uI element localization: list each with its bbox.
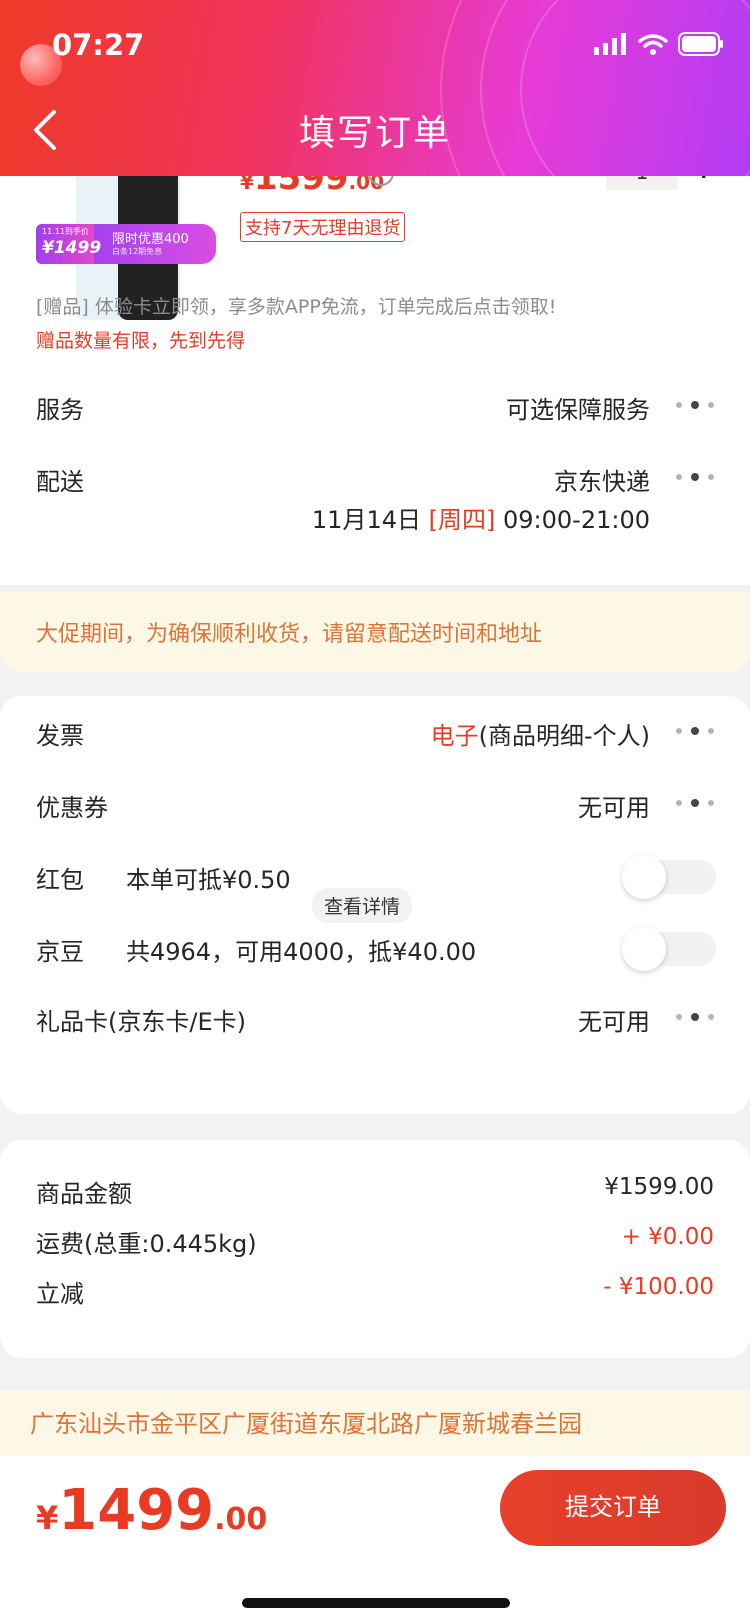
delivery-label: 配送 <box>36 468 84 496</box>
discount-label: 立减 <box>36 1280 84 1308</box>
view-details-button[interactable]: 查看详情 <box>312 888 413 923</box>
delivery-weekday: [周四] <box>428 506 496 534</box>
invoice-more-icon[interactable] <box>676 726 716 736</box>
promo-notice-text: 大促期间，为确保顺利收货，请留意配送时间和地址 <box>36 622 543 647</box>
battery-icon <box>678 32 723 56</box>
total-currency: ¥ <box>36 1499 59 1537</box>
red-packet-label: 红包 <box>36 866 84 894</box>
invoice-label: 发票 <box>36 722 84 750</box>
toggle-knob <box>622 927 666 971</box>
promo-title: 限时优惠400 <box>112 232 189 247</box>
shipping-value: + ¥0.00 <box>621 1224 714 1250</box>
red-packet-value: 本单可抵¥0.50 <box>126 866 291 894</box>
home-indicator <box>242 1598 510 1608</box>
gift-card-more-icon[interactable] <box>676 1012 716 1022</box>
service-more-icon[interactable] <box>676 400 716 410</box>
service-label: 服务 <box>36 396 84 424</box>
promo-notice: 大促期间，为确保顺利收货，请留意配送时间和地址 <box>0 592 750 672</box>
jd-beans-toggle[interactable] <box>622 927 716 971</box>
delivery-more-icon[interactable] <box>676 472 716 482</box>
address-bar[interactable]: 广东汕头市金平区广厦街道东厦北路广厦新城春兰园 <box>0 1390 750 1456</box>
address-text: 广东汕头市金平区广厦街道东厦北路广厦新城春兰园 <box>30 1410 582 1438</box>
product-card: 11.11到手价 ¥1499 限时优惠400 白条12期免息 ¥1599.00 … <box>0 120 750 585</box>
gift-card-label: 礼品卡(京东卡/E卡) <box>36 1008 246 1036</box>
gift-card-value[interactable]: 无可用 <box>578 1002 650 1037</box>
jd-beans-value: 共4964，可用4000，抵¥40.00 <box>126 938 477 966</box>
submit-order-button[interactable]: 提交订单 <box>500 1470 726 1546</box>
status-icons <box>594 32 724 56</box>
delivery-carrier[interactable]: 京东快递 <box>554 462 650 497</box>
return-policy-tag: 支持7天无理由退货 <box>240 212 406 242</box>
promo-subtitle: 白条12期免息 <box>112 247 163 256</box>
jd-beans-label: 京豆 <box>36 938 84 966</box>
status-time: 07:27 <box>52 28 145 62</box>
page-title: 填写订单 <box>298 113 451 154</box>
gift-description: [赠品] 体验卡立即领，享多款APP免流，订单完成后点击领取! <box>36 296 557 318</box>
promo-price-block: 11.11到手价 ¥1499 <box>36 224 101 264</box>
gift-limit-note[interactable]: 赠品数量有限，先到先得 <box>36 326 245 353</box>
invoice-value[interactable]: 电子(商品明细-个人) <box>431 716 650 751</box>
payment-options-card: 发票 电子(商品明细-个人) 优惠券 无可用 红包 本单可抵¥0.50 查看详情… <box>0 696 750 1114</box>
price-summary-card: 商品金额 ¥1599.00 运费(总重:0.445kg) + ¥0.00 立减 … <box>0 1140 750 1358</box>
delivery-date: 11月14日 <box>311 506 421 534</box>
total-decimal: .00 <box>214 1502 268 1537</box>
wifi-icon <box>638 34 668 55</box>
toggle-knob <box>622 855 666 899</box>
shipping-label: 运费(总重:0.445kg) <box>36 1230 257 1258</box>
checkout-bar: ¥1499.00 提交订单 <box>0 1456 750 1624</box>
order-total: ¥1499.00 <box>36 1478 267 1543</box>
promo-price: ¥1499 <box>42 238 102 258</box>
total-integer: 1499 <box>58 1478 215 1543</box>
invoice-detail: (商品明细-个人) <box>478 722 650 750</box>
goods-amount-label: 商品金额 <box>36 1180 132 1208</box>
promo-tag: 11.11到手价 ¥1499 限时优惠400 白条12期免息 <box>36 224 216 264</box>
coupon-value[interactable]: 无可用 <box>578 788 650 823</box>
signal-icon <box>594 33 626 55</box>
delivery-time[interactable]: 11月14日 [周四] 09:00-21:00 <box>312 500 650 535</box>
invoice-type: 电子 <box>430 722 479 750</box>
goods-amount-value: ¥1599.00 <box>604 1174 714 1200</box>
delivery-time-range: 09:00-21:00 <box>503 506 650 534</box>
coupon-label: 优惠券 <box>36 794 108 822</box>
red-packet-toggle[interactable] <box>622 855 716 899</box>
discount-value: - ¥100.00 <box>603 1274 714 1300</box>
service-value[interactable]: 可选保障服务 <box>506 390 650 425</box>
coupon-more-icon[interactable] <box>676 798 716 808</box>
promo-small-label: 11.11到手价 <box>42 227 89 236</box>
header: 07:27 填写订单 <box>0 0 750 176</box>
